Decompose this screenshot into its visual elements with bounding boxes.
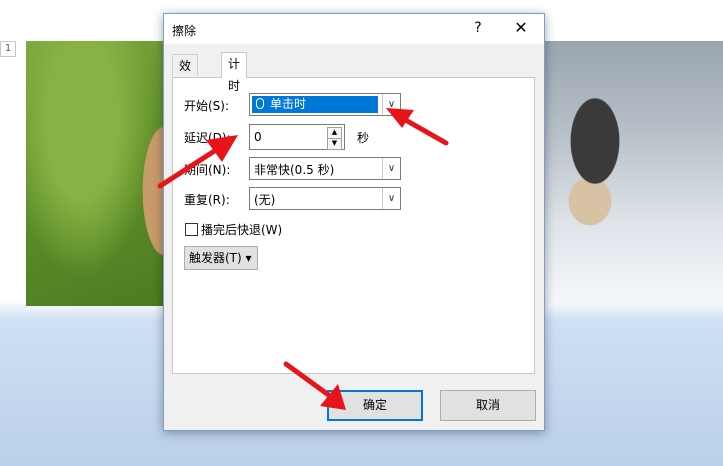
delay-unit: 秒 — [357, 131, 370, 145]
chevron-down-icon[interactable]: ∨ — [382, 158, 400, 179]
repeat-value: (无) — [254, 193, 276, 207]
rewind-label[interactable]: 播完后快退(W) — [201, 221, 282, 238]
trigger-button[interactable]: 触发器(T) ▾ — [184, 246, 258, 270]
tab-timing[interactable]: 计时 — [221, 52, 248, 93]
ok-button[interactable]: 确定 — [327, 390, 423, 421]
cancel-button[interactable]: 取消 — [440, 390, 536, 421]
slide-photo-sled-dogs — [545, 41, 723, 306]
mouse-icon — [256, 98, 264, 109]
repeat-label: 重复(R): — [184, 193, 230, 207]
duration-label: 期间(N): — [184, 163, 231, 177]
start-value: 单击时 — [252, 96, 378, 113]
duration-value: 非常快(0.5 秒) — [254, 163, 335, 177]
start-select[interactable]: 单击时 ∨ — [249, 93, 401, 116]
delay-stepper[interactable]: 0 ▲ ▼ — [249, 124, 345, 150]
dialog-titlebar: 擦除 ? ✕ — [164, 14, 544, 44]
chevron-down-icon[interactable]: ∨ — [382, 188, 400, 209]
rewind-checkbox[interactable] — [185, 223, 198, 236]
slide-photo-grass-dog — [26, 41, 166, 306]
help-button[interactable]: ? — [470, 20, 486, 36]
duration-select[interactable]: 非常快(0.5 秒) ∨ — [249, 157, 401, 180]
slide-number[interactable]: 1 — [0, 41, 16, 57]
dialog-title: 擦除 — [172, 24, 197, 38]
close-icon[interactable]: ✕ — [512, 18, 530, 37]
repeat-select[interactable]: (无) ∨ — [249, 187, 401, 210]
tab-effect[interactable]: 效果 — [172, 54, 199, 95]
timing-panel: 开始(S): 单击时 ∨ 延迟(D): 0 ▲ ▼ 秒 期间(N): 非常快(0… — [172, 77, 535, 374]
wipe-animation-dialog: 擦除 ? ✕ 效果 计时 开始(S): 单击时 ∨ 延迟(D): 0 ▲ ▼ 秒… — [163, 13, 545, 431]
chevron-down-icon[interactable]: ∨ — [382, 94, 400, 115]
delay-value: 0 — [254, 130, 262, 144]
start-label: 开始(S): — [184, 99, 230, 113]
spin-down-icon[interactable]: ▼ — [327, 138, 342, 150]
delay-label: 延迟(D): — [184, 131, 231, 145]
